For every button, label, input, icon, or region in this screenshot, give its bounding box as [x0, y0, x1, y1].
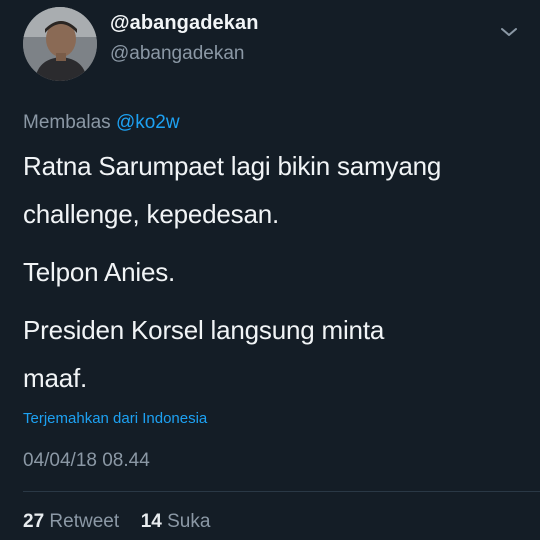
like-stat[interactable]: 14 Suka — [141, 511, 211, 532]
divider — [23, 491, 540, 492]
retweet-label: Retweet — [49, 511, 120, 532]
tweet-paragraph: Telpon Anies. — [23, 257, 176, 287]
tweet-stats: 27 Retweet 14 Suka — [23, 511, 210, 533]
user-handle[interactable]: @abangadekan — [110, 43, 244, 65]
tweet-text: Ratna Sarumpaet lagi bikin samyang chall… — [23, 142, 523, 412]
tweet-timestamp[interactable]: 04/04/18 08.44 — [23, 450, 150, 472]
chevron-down-icon[interactable] — [497, 24, 521, 40]
reply-mention-link[interactable]: @ko2w — [116, 112, 180, 133]
reply-prefix: Membalas — [23, 112, 111, 133]
like-label: Suka — [167, 511, 211, 532]
retweet-stat[interactable]: 27 Retweet — [23, 511, 124, 532]
translate-link[interactable]: Terjemahkan dari Indonesia — [23, 410, 207, 427]
retweet-count: 27 — [23, 511, 45, 532]
like-count: 14 — [140, 511, 162, 532]
avatar-image — [23, 7, 97, 81]
display-name[interactable]: @abangadekan — [110, 12, 259, 35]
tweet-card: @abangadekan @abangadekan Membalas @ko2w… — [0, 0, 540, 540]
tweet-paragraph: Presiden Korsel langsung minta maaf. — [23, 315, 385, 393]
reply-context: Membalas @ko2w — [23, 112, 180, 134]
avatar[interactable] — [23, 7, 97, 81]
tweet-paragraph: Ratna Sarumpaet lagi bikin samyang chall… — [23, 151, 442, 229]
